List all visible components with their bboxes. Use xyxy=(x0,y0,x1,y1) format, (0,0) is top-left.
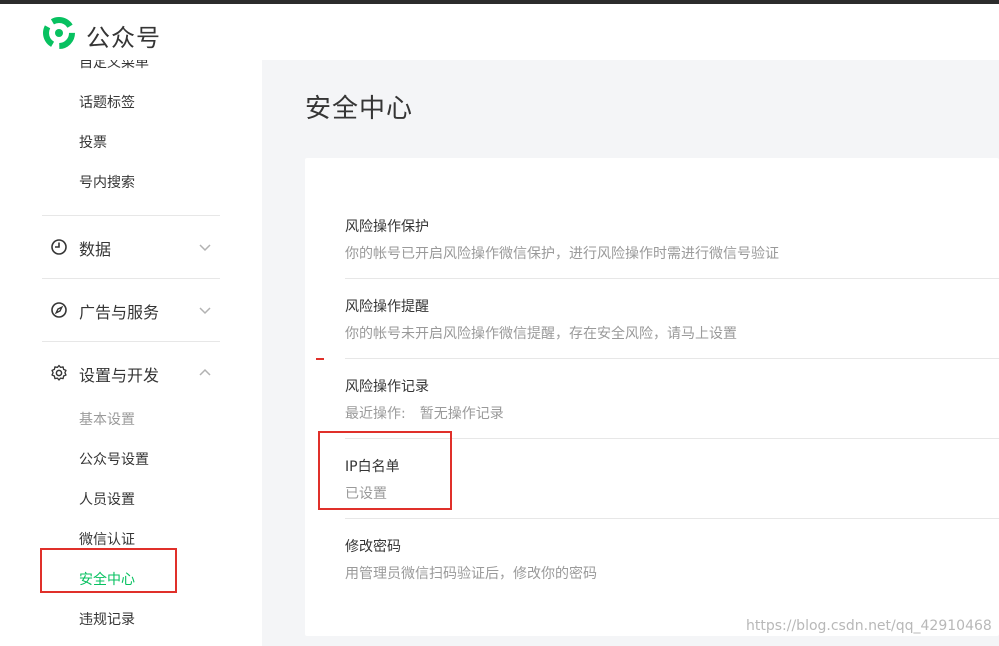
list-item-risk-reminder[interactable]: 风险操作提醒 你的帐号未开启风险操作微信提醒，存在安全风险，请马上设置 xyxy=(345,296,999,376)
sidebar-item-search[interactable]: 号内搜索 xyxy=(79,172,135,192)
highlight-box-security-center xyxy=(40,548,177,593)
sidebar-item-violation-records[interactable]: 违规记录 xyxy=(79,609,135,629)
row-divider xyxy=(345,278,999,279)
chevron-up-icon xyxy=(199,368,211,376)
highlight-mark xyxy=(316,358,324,360)
row-title: 风险操作保护 xyxy=(345,219,429,235)
watermark: https://blog.csdn.net/qq_42910468 xyxy=(746,618,992,634)
row-description: 你的帐号未开启风险操作微信提醒，存在安全风险，请马上设置 xyxy=(345,326,737,342)
list-item-risk-protection[interactable]: 风险操作保护 你的帐号已开启风险操作微信保护，进行风险操作时需进行微信号验证 xyxy=(345,216,999,296)
sidebar-group-label: 设置与开发 xyxy=(79,366,160,385)
row-description: 最近操作: 暂无操作记录 xyxy=(345,403,504,423)
sidebar-item-account-settings[interactable]: 公众号设置 xyxy=(79,449,149,469)
sidebar-item-custom-menu[interactable]: 自定义菜单 xyxy=(79,60,149,72)
row-description: 用管理员微信扫码验证后，修改你的密码 xyxy=(345,566,597,582)
highlight-box-ip-whitelist xyxy=(318,431,452,510)
sidebar-item-topic-tags[interactable]: 话题标签 xyxy=(79,92,135,112)
sidebar-item-basic-settings[interactable]: 基本设置 xyxy=(79,409,135,429)
sidebar-group-ads-services[interactable]: 广告与服务 xyxy=(50,298,220,322)
row-title: 修改密码 xyxy=(345,539,401,555)
sidebar-divider xyxy=(42,215,220,216)
sidebar-group-label: 数据 xyxy=(79,240,112,259)
sidebar-item-member-settings[interactable]: 人员设置 xyxy=(79,489,135,509)
sidebar-divider xyxy=(42,341,220,342)
row-title: 风险操作提醒 xyxy=(345,299,429,315)
security-settings-card: 风险操作保护 你的帐号已开启风险操作微信保护，进行风险操作时需进行微信号验证 风… xyxy=(305,158,999,636)
list-item-change-password[interactable]: 修改密码 用管理员微信扫码验证后，修改你的密码 xyxy=(345,536,999,616)
recent-operation-value: 暂无操作记录 xyxy=(419,406,504,422)
row-divider xyxy=(345,358,999,359)
wechat-official-logo-icon[interactable] xyxy=(42,16,76,50)
sidebar-item-wechat-verification[interactable]: 微信认证 xyxy=(79,529,135,549)
row-divider xyxy=(345,518,999,519)
sidebar-divider xyxy=(42,278,220,279)
row-description: 你的帐号已开启风险操作微信保护，进行风险操作时需进行微信号验证 xyxy=(345,246,779,262)
brand-name: 公众号 xyxy=(86,24,161,52)
sidebar-group-label: 广告与服务 xyxy=(79,303,160,322)
clock-icon xyxy=(51,239,67,255)
chevron-down-icon xyxy=(199,307,211,315)
row-title: 风险操作记录 xyxy=(345,379,429,395)
page-title: 安全中心 xyxy=(305,94,414,124)
sidebar-group-data[interactable]: 数据 xyxy=(50,235,220,259)
top-header: 公众号 xyxy=(0,4,999,60)
gear-icon xyxy=(51,364,67,381)
compass-icon xyxy=(51,302,67,318)
sidebar-item-vote[interactable]: 投票 xyxy=(79,132,107,152)
recent-operation-label: 最近操作: xyxy=(345,406,406,422)
chevron-down-icon xyxy=(199,244,211,252)
sidebar-group-settings-dev[interactable]: 设置与开发 xyxy=(50,361,220,385)
